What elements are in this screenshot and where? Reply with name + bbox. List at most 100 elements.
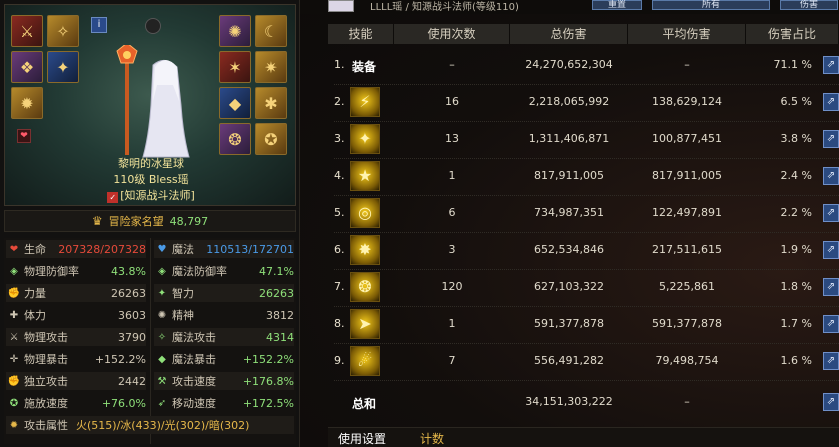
header-average[interactable]: 平均伤害 [628,24,746,44]
skill-icon[interactable]: ✸ [350,235,380,265]
stat-label: 物理防御率 [24,265,79,278]
filter-select[interactable]: 所有 [652,0,770,10]
equip-slot-shoulder[interactable]: ❖ [11,51,43,83]
export-icon[interactable]: ⇗ [823,204,839,222]
stat-value: +176.8% [242,374,294,388]
total-row: 总和 34,151,303,222 – ⇗ [328,385,839,421]
settings-dot-icon[interactable] [145,18,161,34]
stat-value: +152.2% [242,352,294,366]
stat-row: ✛ 物理暴击 +152.2% [6,350,146,368]
average-damage: 817,911,005 [652,169,722,182]
damage-percent: 2.2 % [780,206,812,219]
export-icon[interactable]: ⇗ [823,315,839,333]
average-damage: 79,498,754 [655,354,719,367]
average-damage: 122,497,891 [652,206,722,219]
stat-row: ❤ 生命 207328/207328 [6,240,146,258]
row-rank: 2. [334,95,345,108]
equip-slot-top[interactable]: ✦ [47,51,79,83]
export-icon[interactable]: ⇗ [823,393,839,411]
header-count[interactable]: 使用次数 [394,24,510,44]
export-icon[interactable]: ⇗ [823,167,839,185]
fame-icon: ♛ [91,214,103,228]
equip-slot-shoes[interactable]: ✪ [255,123,287,155]
stat-row: ✹ 攻击属性 火(515)/冰(433)/光(302)/暗(302) [6,416,294,434]
export-icon[interactable]: ⇗ [823,241,839,259]
stat-value: 火(515)/冰(433)/光(302)/暗(302) [76,419,250,432]
skill-icon[interactable]: ✦ [350,124,380,154]
damage-percent: 2.4 % [780,169,812,182]
sword-icon: ⚔ [9,331,19,343]
checkbox-icon[interactable]: ✓ [107,192,119,203]
equip-slot-ring[interactable]: ✶ [219,51,251,83]
row-rank: 7. [334,280,345,293]
export-icon[interactable]: ⇗ [823,93,839,111]
guild-label: [知源战斗法师] [120,189,195,202]
skill-icon[interactable]: ❂ [350,272,380,302]
export-icon[interactable]: ⇗ [823,352,839,370]
stat-row: ♥ 魔法 110513/172701 [154,240,294,258]
stat-row: ✪ 施放速度 +76.0% [6,394,146,412]
table-row: 6. ✸ 3 652,534,846 217,511,615 1.9 % ⇗ [328,233,839,269]
use-count: 6 [448,206,456,219]
stat-row: ✊ 独立攻击 2442 [6,372,146,390]
equip-slot-earring[interactable]: ✱ [255,87,287,119]
stats-panel: ❤ 生命 207328/207328 ♥ 魔法 110513/172701 ◈ 物理防御率 43… [4,238,296,444]
table-row: 4. ★ 1 817,911,005 817,911,005 2.4 % ⇗ [328,159,839,195]
equip-slot-support[interactable]: ✷ [255,51,287,83]
fame-bar: ♛ 冒险家名望 48,797 [4,210,296,232]
average-damage: 217,511,615 [652,243,722,256]
stat-value: +152.2% [94,352,146,366]
mode-select[interactable]: 伤害 [780,0,838,10]
export-icon[interactable]: ⇗ [823,130,839,148]
reset-button[interactable]: 重置 [592,0,642,10]
stat-value: 2442 [118,374,146,388]
equip-slot-weapon[interactable]: ⚔ [11,15,43,47]
table-row: 1. 装备 – 24,270,652,304 – 71.1 % ⇗ [328,48,839,84]
use-count: 1 [448,317,456,330]
export-icon[interactable]: ⇗ [823,278,839,296]
skill-icon[interactable]: ◎ [350,198,380,228]
tab-count[interactable]: 计数 [420,430,444,447]
info-icon[interactable]: i [91,17,107,33]
skill-icon[interactable]: ☄ [350,346,380,376]
header-percent[interactable]: 伤害占比 [746,24,839,44]
stat-row: ✦ 智力 26263 [154,284,294,302]
header-skill[interactable]: 技能 [328,24,394,44]
heart-icon[interactable]: ❤ [17,129,31,143]
skill-name: 装备 [352,60,377,74]
equip-slot-title[interactable]: ✧ [47,15,79,47]
use-count: 16 [445,95,459,108]
bottom-tabs: 使用设置 计数 [328,427,839,447]
equip-slot-belt[interactable]: ✹ [11,87,43,119]
header-total[interactable]: 总伤害 [510,24,628,44]
stat-row: ➶ 移动速度 +172.5% [154,394,294,412]
skill-icon[interactable]: ⚡ [350,87,380,117]
stat-row: ◈ 物理防御率 43.8% [6,262,146,280]
damage-percent: 6.5 % [780,95,812,108]
equip-slot-bracelet[interactable]: ☾ [255,15,287,47]
equip-slot-pants[interactable]: ❂ [219,123,251,155]
stat-label: 生命 [24,243,46,256]
strength-icon: ✊ [7,287,21,299]
tab-settings[interactable]: 使用设置 [338,430,386,447]
stats-divider [150,238,151,444]
stat-value: 3790 [118,330,146,344]
row-rank: 9. [334,354,345,367]
stat-value: 26263 [111,286,146,300]
skill-icon[interactable]: ★ [350,161,380,191]
total-damage: 627,103,322 [534,280,604,293]
use-count: 13 [445,132,459,145]
damage-percent: 1.6 % [780,354,812,367]
table-row: 5. ◎ 6 734,987,351 122,497,891 2.2 % ⇗ [328,196,839,232]
stat-value: +76.0% [101,396,146,410]
total-damage: 817,911,005 [534,169,604,182]
cast-speed-icon: ✪ [9,397,19,409]
stat-row: ⚒ 攻击速度 +176.8% [154,372,294,390]
export-icon[interactable]: ⇗ [823,56,839,74]
skill-icon[interactable]: ➤ [350,309,380,339]
stat-label: 魔法 [172,243,194,256]
character-portrait: ⚔ ✧ i ❖ ✦ ✹ ❤ ✺ ☾ ✶ ✷ ◆ ✱ ❂ ✪ 黎明的冰星球 110… [4,4,296,206]
equip-slot-necklace[interactable]: ✺ [219,15,251,47]
equip-slot-magic-stone[interactable]: ◆ [219,87,251,119]
attack-speed-icon: ⚒ [157,375,167,387]
